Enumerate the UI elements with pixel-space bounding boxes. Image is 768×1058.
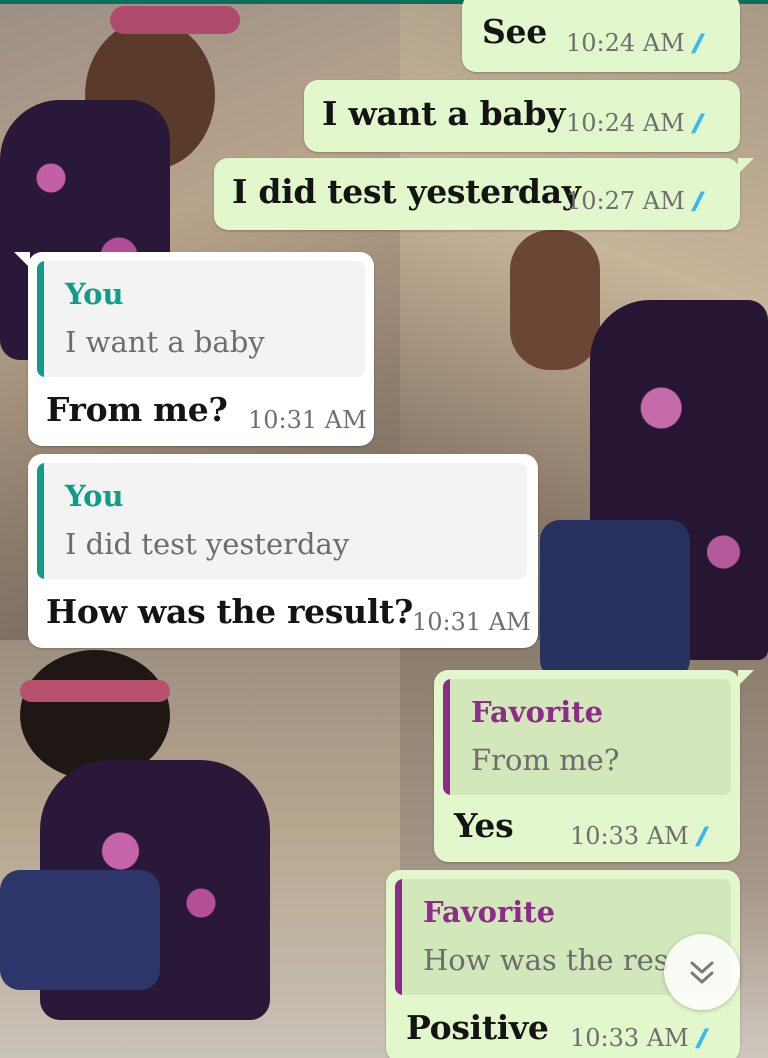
quote-text: From me? xyxy=(471,743,620,777)
read-receipt-icon: // xyxy=(692,187,703,215)
quote-author: Favorite xyxy=(471,695,604,729)
quote-bar xyxy=(443,679,450,795)
quoted-message[interactable]: You I did test yesterday xyxy=(37,463,527,579)
quote-text: How was the res xyxy=(423,943,669,977)
quoted-message[interactable]: You I want a baby xyxy=(37,261,365,377)
message-bubble-outgoing[interactable]: I did test yesterday 10:27 AM // xyxy=(214,158,754,230)
message-time: 10:31 AM xyxy=(412,608,531,636)
quote-author: You xyxy=(65,277,124,311)
scroll-to-bottom-button[interactable] xyxy=(664,934,740,1010)
quote-text: I want a baby xyxy=(65,325,265,359)
quote-bar xyxy=(395,879,402,995)
read-receipt-icon: // xyxy=(696,822,707,850)
message-text: I did test yesterday xyxy=(232,172,581,211)
message-bubble-outgoing[interactable]: Favorite From me? Yes 10:33 AM // xyxy=(434,670,754,862)
read-receipt-icon: // xyxy=(692,29,703,57)
message-meta: 10:33 AM // xyxy=(570,822,707,850)
message-bubble-outgoing[interactable]: See 10:24 AM // xyxy=(462,0,740,72)
message-text: I want a baby xyxy=(322,94,566,133)
quoted-message[interactable]: Favorite From me? xyxy=(443,679,731,795)
message-time: 10:24 AM xyxy=(566,29,685,57)
double-chevron-down-icon xyxy=(690,961,714,984)
read-receipt-icon: // xyxy=(696,1024,707,1052)
quote-bar xyxy=(37,463,44,579)
message-time: 10:24 AM xyxy=(566,109,685,137)
message-bubble-outgoing[interactable]: I want a baby 10:24 AM // xyxy=(304,80,740,152)
message-text: Yes xyxy=(454,806,514,845)
message-text: How was the result? xyxy=(46,592,414,631)
message-bubble-incoming[interactable]: You I want a baby From me? 10:31 AM xyxy=(14,252,374,446)
message-meta: 10:24 AM // xyxy=(566,29,703,57)
message-meta: 10:27 AM // xyxy=(566,187,703,215)
quote-author: Favorite xyxy=(423,895,556,929)
message-text: From me? xyxy=(46,390,228,429)
message-meta: 10:24 AM // xyxy=(566,109,703,137)
quote-bar xyxy=(37,261,44,377)
message-bubble-incoming[interactable]: You I did test yesterday How was the res… xyxy=(28,454,538,648)
read-receipt-icon: // xyxy=(692,109,703,137)
message-time: 10:33 AM xyxy=(570,1024,689,1052)
message-time: 10:27 AM xyxy=(566,187,685,215)
quote-author: You xyxy=(65,479,124,513)
message-time: 10:31 AM xyxy=(248,406,367,434)
message-text: See xyxy=(482,12,547,51)
message-meta: 10:33 AM // xyxy=(570,1024,707,1052)
quote-text: I did test yesterday xyxy=(65,527,350,561)
message-time: 10:33 AM xyxy=(570,822,689,850)
message-text: Positive xyxy=(406,1008,549,1047)
